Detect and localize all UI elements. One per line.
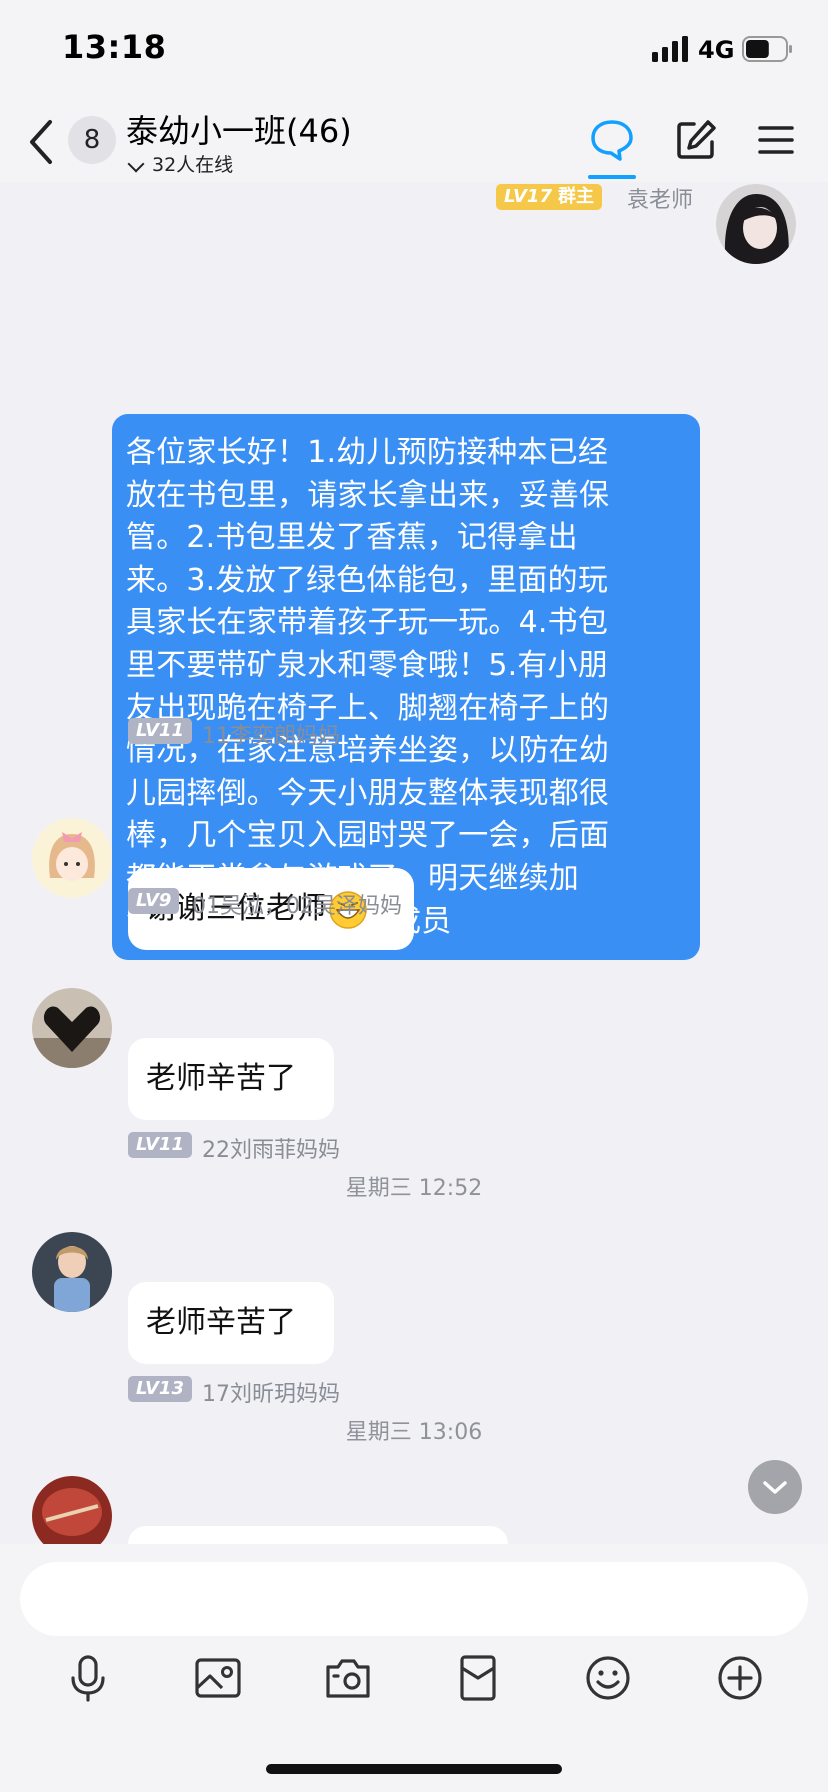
message-line: 儿园摔倒。今天小朋友整体表现都很	[126, 775, 610, 811]
message-text: 老师辛苦了	[146, 1061, 296, 1096]
chevron-down-icon	[127, 155, 145, 172]
chat-bubble-icon[interactable]	[590, 118, 634, 162]
chevron-down-icon	[763, 1481, 787, 1494]
level-badge: LV17 群主	[496, 184, 602, 210]
sender-name: 22刘雨菲妈妈	[202, 1138, 340, 1163]
avatar[interactable]	[716, 184, 796, 264]
message-line: 放在书包里，请家长拿出来，妥善保	[126, 477, 610, 513]
scroll-to-bottom-button[interactable]	[748, 1460, 802, 1514]
chat-area[interactable]: LV17 群主 袁老师 各位家长好！1.幼儿预防接种本已经 放在书包里，请家长拿出…	[0, 182, 828, 1544]
message-line: 各位家长好！1.幼儿预防接种本已经	[126, 435, 609, 470]
edit-icon[interactable]	[674, 118, 718, 162]
camera-icon[interactable]	[324, 1654, 372, 1702]
message-line: 来。3.发放了绿色体能包，里面的玩	[126, 562, 609, 598]
message-line: 具家长在家带着孩子玩一玩。4.书包	[126, 605, 609, 641]
timestamp: 星期三 13:06	[345, 1420, 483, 1445]
avatar[interactable]	[32, 1232, 112, 1312]
sender-name: 01吴泓，02吴泽妈妈	[192, 894, 402, 919]
tab-indicator	[588, 175, 636, 179]
online-count-label: 32人在线	[152, 154, 234, 176]
emoji-icon[interactable]	[584, 1654, 632, 1702]
avatar[interactable]	[32, 818, 112, 898]
sender-name: 11李奕朗妈妈	[202, 724, 340, 749]
message-text: 老师辛苦了	[146, 1305, 296, 1340]
message-bubble[interactable]: 老师辛苦了	[128, 1038, 334, 1120]
back-icon[interactable]	[26, 118, 56, 166]
message-bubble[interactable]	[128, 1526, 508, 1544]
message-line: 棒，几个宝贝入园时哭了一会，后面	[126, 818, 610, 854]
message-input[interactable]	[20, 1562, 808, 1636]
status-time: 13:18	[62, 28, 167, 66]
message-bubble[interactable]: 老师辛苦了	[128, 1282, 334, 1364]
message-line: 里不要带矿泉水和零食哦！5.有小朋	[126, 647, 609, 683]
microphone-icon[interactable]	[64, 1654, 112, 1702]
network-type: 4G	[698, 36, 735, 64]
owner-role-label: 群主	[557, 186, 594, 207]
level-badge: LV13	[128, 1376, 192, 1402]
battery-icon	[742, 36, 792, 62]
level-label: LV17	[504, 186, 552, 207]
menu-icon[interactable]	[758, 120, 794, 160]
sender-name: 袁老师	[627, 188, 694, 213]
avatar[interactable]	[32, 988, 112, 1068]
plus-icon[interactable]	[716, 1654, 764, 1702]
image-icon[interactable]	[194, 1654, 242, 1702]
signal-icon	[652, 36, 688, 62]
level-badge: LV11	[128, 1132, 192, 1158]
unread-badge[interactable]: 8	[68, 116, 116, 164]
timestamp: 星期三 12:52	[345, 1176, 483, 1201]
online-count[interactable]: 32人在线	[126, 150, 233, 177]
message-line: 管。2.书包里发了香蕉，记得拿出	[126, 520, 578, 556]
red-packet-icon[interactable]	[454, 1654, 502, 1702]
avatar[interactable]	[32, 1476, 112, 1544]
level-badge: LV9	[128, 888, 180, 914]
sender-name: 17刘昕玥妈妈	[202, 1382, 340, 1407]
level-badge: LV11	[128, 718, 192, 744]
group-title[interactable]: 泰幼小一班(46)	[126, 106, 352, 152]
home-indicator[interactable]	[266, 1764, 562, 1774]
